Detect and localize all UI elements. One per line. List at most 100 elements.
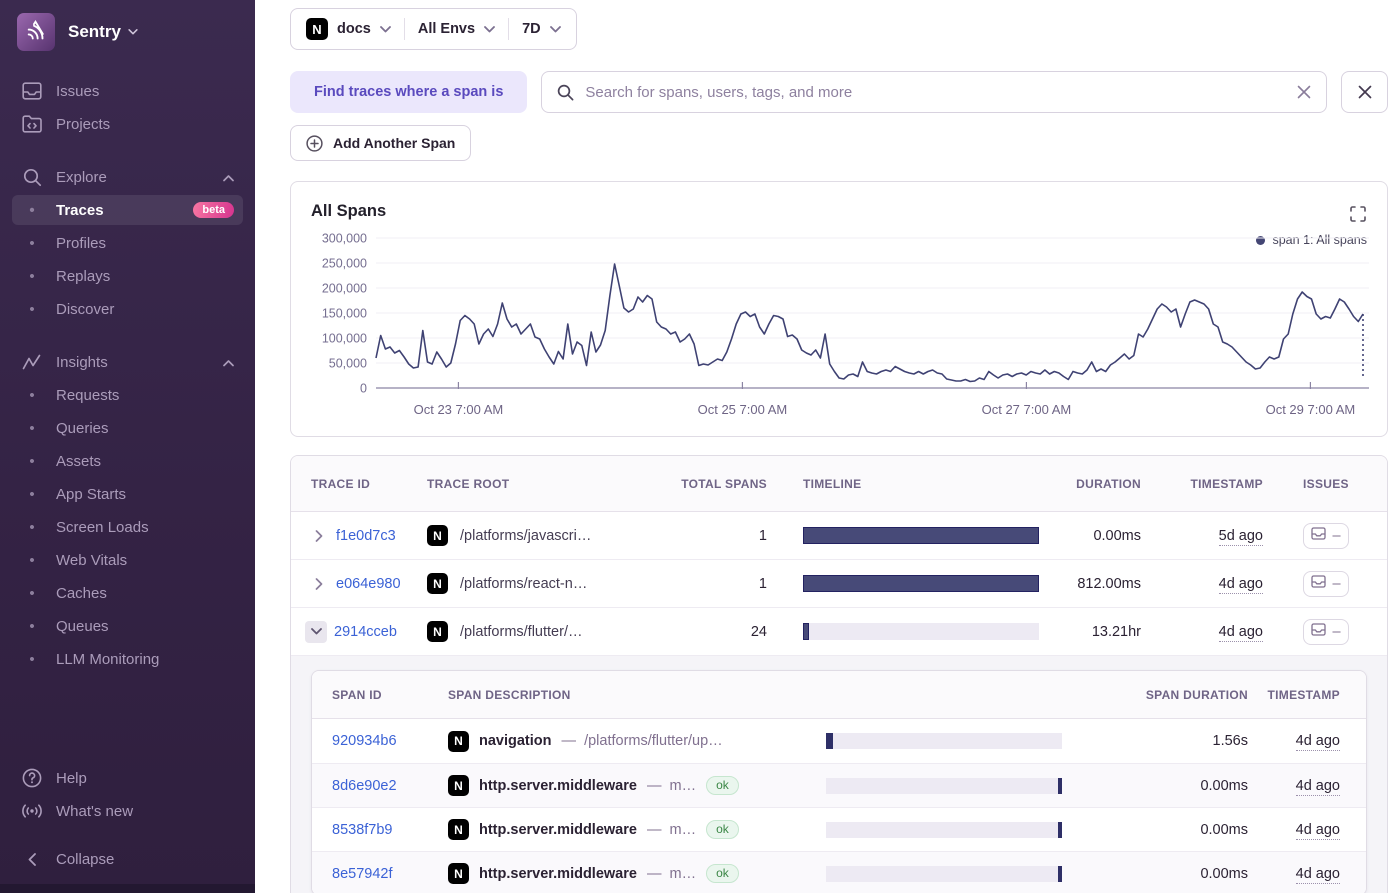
issues-inbox-icon [1311, 623, 1326, 640]
span-row[interactable]: 920934b6 N navigation — /platforms/flutt… [312, 719, 1366, 763]
bullet-icon: • [21, 552, 43, 569]
sidebar-item-profiles[interactable]: • Profiles [12, 228, 243, 258]
sidebar-section-insights[interactable]: Insights [12, 347, 243, 377]
nextjs-platform-icon: N [448, 819, 469, 840]
svg-text:Oct 23 7:00 AM: Oct 23 7:00 AM [414, 402, 504, 417]
svg-text:50,000: 50,000 [329, 357, 367, 371]
sidebar-item-llm-monitoring[interactable]: • LLM Monitoring [12, 644, 243, 674]
traces-table-header: TRACE IDTRACE ROOTTOTAL SPANSTIMELINEDUR… [291, 456, 1387, 512]
nextjs-platform-icon: N [306, 18, 328, 40]
sidebar-item-projects[interactable]: Projects [12, 109, 243, 139]
expand-chart-icon[interactable] [1350, 206, 1366, 227]
sidebar-item-help[interactable]: Help [12, 763, 243, 793]
sentry-logo-icon [23, 19, 49, 45]
issues-badge[interactable]: – [1303, 523, 1349, 549]
chevron-right-icon[interactable] [312, 530, 326, 542]
span-table-panel: SPAN IDSPAN DESCRIPTIONSPAN DURATIONTIME… [311, 670, 1367, 893]
org-switcher[interactable]: Sentry [68, 22, 138, 42]
clear-search-icon[interactable] [1297, 85, 1311, 99]
trace-row[interactable]: f1e0d7c3 N /platforms/javascri… 1 0.00ms… [291, 512, 1387, 560]
sidebar-item-label: Assets [56, 453, 101, 470]
span-column-header-span-id: SPAN ID [332, 688, 448, 702]
search-input[interactable] [585, 84, 1286, 101]
svg-text:Oct 29 7:00 AM: Oct 29 7:00 AM [1266, 402, 1356, 417]
project-filter-label: docs [337, 21, 371, 37]
nextjs-platform-icon: N [448, 863, 469, 884]
trace-id-link[interactable]: f1e0d7c3 [336, 528, 396, 544]
span-status-badge: ok [706, 820, 739, 839]
sidebar-item-queries[interactable]: • Queries [12, 413, 243, 443]
span-timeline-track [826, 733, 1062, 749]
total-spans-cell: 1 [673, 576, 787, 592]
span-description-text: — m… [647, 866, 696, 882]
project-filter[interactable]: N docs [306, 18, 391, 40]
span-op: http.server.middleware [479, 866, 637, 882]
sidebar-item-requests[interactable]: • Requests [12, 380, 243, 410]
sidebar-item-label: Discover [56, 301, 114, 318]
span-row[interactable]: 8538f7b9 N http.server.middleware — m… o… [312, 807, 1366, 851]
caret-up-icon[interactable] [223, 169, 234, 186]
chevron-right-icon[interactable] [312, 578, 326, 590]
span-duration-cell: 0.00ms [1078, 866, 1260, 882]
trace-id-cell: f1e0d7c3 [291, 528, 427, 544]
broadcast-icon [21, 803, 43, 819]
span-id-link[interactable]: 8538f7b9 [332, 822, 392, 838]
timestamp-cell: 4d ago [1161, 624, 1287, 640]
timeline-bar [803, 527, 1039, 544]
span-row[interactable]: 8d6e90e2 N http.server.middleware — m… o… [312, 763, 1366, 807]
bullet-icon: • [21, 519, 43, 536]
sidebar-collapse-button[interactable]: Collapse [12, 844, 243, 874]
sidebar-section-explore[interactable]: Explore [12, 162, 243, 192]
trace-id-link[interactable]: 2914cceb [334, 624, 397, 640]
sidebar-item-web-vitals[interactable]: • Web Vitals [12, 545, 243, 575]
span-table-body: 920934b6 N navigation — /platforms/flutt… [312, 719, 1366, 893]
trace-id-link[interactable]: e064e980 [336, 576, 401, 592]
sidebar-item-discover[interactable]: • Discover [12, 294, 243, 324]
chart-svg: 050,000100,000150,000200,000250,000300,0… [311, 228, 1369, 433]
span-id-link[interactable]: 920934b6 [332, 733, 397, 749]
sidebar-item-queues[interactable]: • Queues [12, 611, 243, 641]
collapse-trace-button[interactable] [305, 621, 327, 643]
timeline-track [803, 623, 1039, 640]
trace-root-text: /platforms/react-n… [460, 576, 587, 592]
trace-row[interactable]: e064e980 N /platforms/react-n… 1 812.00m… [291, 560, 1387, 608]
span-timeline-cell [812, 866, 1078, 882]
caret-up-icon[interactable] [223, 354, 234, 371]
trace-row[interactable]: 2914cceb N /platforms/flutter/… 24 13.21… [291, 608, 1387, 656]
span-timeline-track [826, 866, 1062, 882]
environment-filter[interactable]: All Envs [418, 21, 495, 37]
sidebar-item-app-starts[interactable]: • App Starts [12, 479, 243, 509]
span-column-header-span-duration: SPAN DURATION [1078, 688, 1260, 702]
issues-badge[interactable]: – [1303, 619, 1349, 645]
issues-badge[interactable]: – [1303, 571, 1349, 597]
sidebar-item-issues[interactable]: Issues [12, 76, 243, 106]
sidebar-item-traces[interactable]: • Traces beta [12, 195, 243, 225]
sidebar-item-assets[interactable]: • Assets [12, 446, 243, 476]
nextjs-platform-icon: N [448, 775, 469, 796]
issues-inbox-icon [1311, 575, 1326, 592]
sidebar-item-caches[interactable]: • Caches [12, 578, 243, 608]
span-id-link[interactable]: 8e57942f [332, 866, 392, 882]
find-traces-chip[interactable]: Find traces where a span is [290, 71, 527, 113]
sidebar-item-what-s-new[interactable]: What's new [12, 796, 243, 826]
all-spans-line-chart: 050,000100,000150,000200,000250,000300,0… [311, 228, 1369, 433]
issues-cell: – [1287, 619, 1349, 645]
svg-text:250,000: 250,000 [322, 257, 367, 271]
sidebar-section-label: Insights [56, 354, 108, 371]
span-timestamp-cell: 4d ago [1260, 822, 1346, 838]
span-id-link[interactable]: 8d6e90e2 [332, 778, 397, 794]
sidebar-item-screen-loads[interactable]: • Screen Loads [12, 512, 243, 542]
main-content: N docs All Envs 7D Find traces where a s… [255, 0, 1400, 893]
trace-root-text: /platforms/flutter/… [460, 624, 582, 640]
span-column-header-timestamp: TIMESTAMP [1260, 688, 1346, 702]
brand-row[interactable]: Sentry [0, 0, 255, 59]
span-row[interactable]: 8e57942f N http.server.middleware — m… o… [312, 851, 1366, 893]
remove-span-condition-button[interactable] [1341, 71, 1388, 113]
date-range-filter[interactable]: 7D [522, 21, 561, 37]
timeline-cell [787, 623, 1055, 640]
bullet-icon: • [21, 420, 43, 437]
add-another-span-button[interactable]: Add Another Span [290, 125, 471, 161]
bullet-icon: • [21, 387, 43, 404]
chevron-left-icon [21, 853, 43, 866]
sidebar-item-replays[interactable]: • Replays [12, 261, 243, 291]
